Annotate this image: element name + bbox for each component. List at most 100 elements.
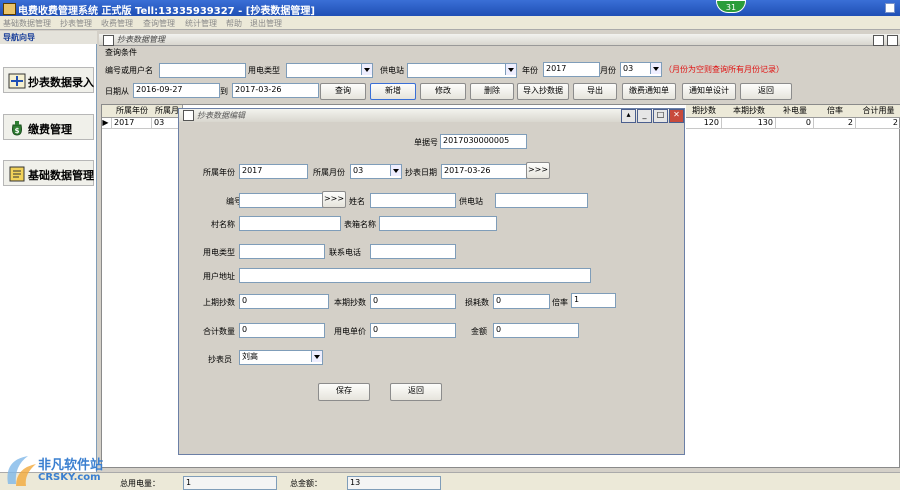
doc-no-field[interactable]: 2017030000005 (440, 134, 527, 149)
add-button[interactable]: 新增 (370, 83, 416, 100)
date-picker-button[interactable]: >>> (526, 162, 550, 179)
column-header[interactable]: 本期抄数 (722, 105, 777, 118)
column-header[interactable]: 合计用量 (856, 105, 900, 118)
column-header[interactable]: 补电量 (776, 105, 815, 118)
prev-label: 上期抄数 (203, 298, 235, 307)
curr-field[interactable]: 0 (370, 294, 456, 309)
total-field[interactable]: 0 (239, 323, 325, 338)
chevron-down-icon[interactable] (361, 64, 372, 75)
table-cell[interactable]: 120 (686, 118, 722, 129)
date-from-input[interactable]: 2016-09-27 (133, 83, 220, 98)
chevron-down-icon[interactable] (650, 63, 661, 74)
station-label: 供电站 (459, 197, 483, 206)
scroll-up-icon[interactable] (873, 35, 884, 46)
phone-field[interactable] (370, 244, 456, 259)
import-button[interactable]: 导入抄数据 (517, 83, 569, 100)
table-cell[interactable]: 0 (776, 118, 814, 129)
table-cell[interactable]: 130 (722, 118, 776, 129)
month-select[interactable]: 03 (350, 164, 402, 179)
minimize-icon[interactable] (885, 3, 895, 13)
column-header[interactable]: 倍率 (814, 105, 857, 118)
table-cell[interactable]: 2 (814, 118, 856, 129)
window-title: 电费收费管理系统 正式版 Tell:13335939327 - [抄表数据管理] (18, 6, 315, 17)
close-icon[interactable]: ✕ (669, 109, 684, 123)
lookup-button[interactable]: >>> (322, 191, 346, 208)
reader-label: 抄表员 (208, 355, 232, 364)
date-to-input[interactable]: 2017-03-26 (232, 83, 319, 98)
nav-item-meter-entry[interactable]: 抄表数据录入 (3, 67, 94, 93)
total-amount-label: 总金额： (290, 479, 322, 488)
no-field[interactable] (239, 193, 325, 208)
maximize-icon[interactable]: □ (653, 109, 668, 123)
year-field[interactable]: 2017 (239, 164, 308, 179)
phone-label: 联系电话 (329, 248, 361, 257)
date-from-label: 日期从 (105, 87, 129, 96)
return-button[interactable]: 返回 (740, 83, 792, 100)
delete-button[interactable]: 删除 (470, 83, 514, 100)
query-button[interactable]: 查询 (320, 83, 366, 100)
reader-select[interactable]: 刘高 (239, 350, 323, 365)
nav-item-payment[interactable]: $ 缴费管理 (3, 114, 94, 140)
rate-field[interactable]: 1 (571, 293, 616, 308)
dialog-title-bar: 抄表数据编辑 ▴ _ □ ✕ (179, 109, 684, 123)
scroll-up-icon[interactable]: ▴ (621, 109, 636, 123)
save-button[interactable]: 保存 (318, 383, 370, 401)
back-button[interactable]: 返回 (390, 383, 442, 401)
column-header[interactable]: 所属年份 (112, 105, 153, 118)
chevron-down-icon[interactable] (311, 351, 322, 362)
close-child-icon[interactable] (887, 35, 898, 46)
menu-stats[interactable]: 统计管理 (185, 18, 217, 29)
menu-fee[interactable]: 收费管理 (101, 18, 133, 29)
meter-entry-icon (8, 73, 26, 89)
menu-query[interactable]: 查询管理 (143, 18, 175, 29)
notice-design-button[interactable]: 通知单设计 (682, 83, 736, 100)
month-label: 所属月份 (313, 168, 345, 177)
address-field[interactable] (239, 268, 591, 283)
minimize-icon[interactable]: _ (637, 109, 652, 123)
elec-type-field[interactable] (239, 244, 325, 259)
month-label: 月份 (600, 66, 616, 75)
export-button[interactable]: 导出 (573, 83, 617, 100)
user-input[interactable] (159, 63, 246, 78)
elec-type-label: 用电类型 (203, 248, 235, 257)
collapse-icon[interactable] (183, 110, 194, 121)
box-field[interactable] (379, 216, 497, 231)
menu-exit[interactable]: 退出管理 (250, 18, 282, 29)
doc-no-label: 单据号 (414, 138, 438, 147)
chevron-down-icon[interactable] (505, 64, 516, 75)
village-label: 村名称 (211, 220, 235, 229)
menu-basic-data[interactable]: 基础数据管理 (3, 18, 51, 29)
rate-label: 倍率 (552, 298, 568, 307)
menu-meter[interactable]: 抄表管理 (60, 18, 92, 29)
read-date-field[interactable]: 2017-03-26 (441, 164, 527, 179)
year-input[interactable]: 2017 (543, 62, 600, 77)
money-bag-icon: $ (12, 121, 22, 136)
edit-button[interactable]: 修改 (420, 83, 466, 100)
menu-help[interactable]: 帮助 (226, 18, 242, 29)
table-cell[interactable]: 2 (856, 118, 900, 129)
basic-data-icon (9, 166, 25, 182)
column-header[interactable]: 期抄数 (686, 105, 723, 118)
date-to-label: 到 (220, 87, 228, 96)
table-cell[interactable]: 2017 (112, 118, 152, 129)
station-field[interactable] (495, 193, 588, 208)
payment-notice-button[interactable]: 缴费通知单 (622, 83, 676, 100)
nav-item-basic-data[interactable]: 基础数据管理 (3, 160, 94, 186)
total-label: 合计数量 (203, 327, 235, 336)
prev-field[interactable]: 0 (239, 294, 329, 309)
loss-field[interactable]: 0 (493, 294, 550, 309)
title-bar: 电费收费管理系统 正式版 Tell:13335939327 - [抄表数据管理] (0, 0, 900, 17)
read-date-label: 抄表日期 (405, 168, 437, 177)
watermark-logo: 非凡软件站 CRSKY.com (2, 448, 122, 490)
name-field[interactable] (370, 193, 456, 208)
month-select[interactable]: 03 (620, 62, 662, 77)
collapse-icon[interactable] (103, 35, 114, 46)
amount-field[interactable]: 0 (493, 323, 579, 338)
elec-type-select[interactable] (286, 63, 373, 78)
app-icon (3, 3, 16, 15)
village-field[interactable] (239, 216, 341, 231)
station-select[interactable] (407, 63, 517, 78)
price-field[interactable]: 0 (370, 323, 456, 338)
chevron-down-icon[interactable] (390, 165, 401, 176)
loss-label: 损耗数 (465, 298, 489, 307)
